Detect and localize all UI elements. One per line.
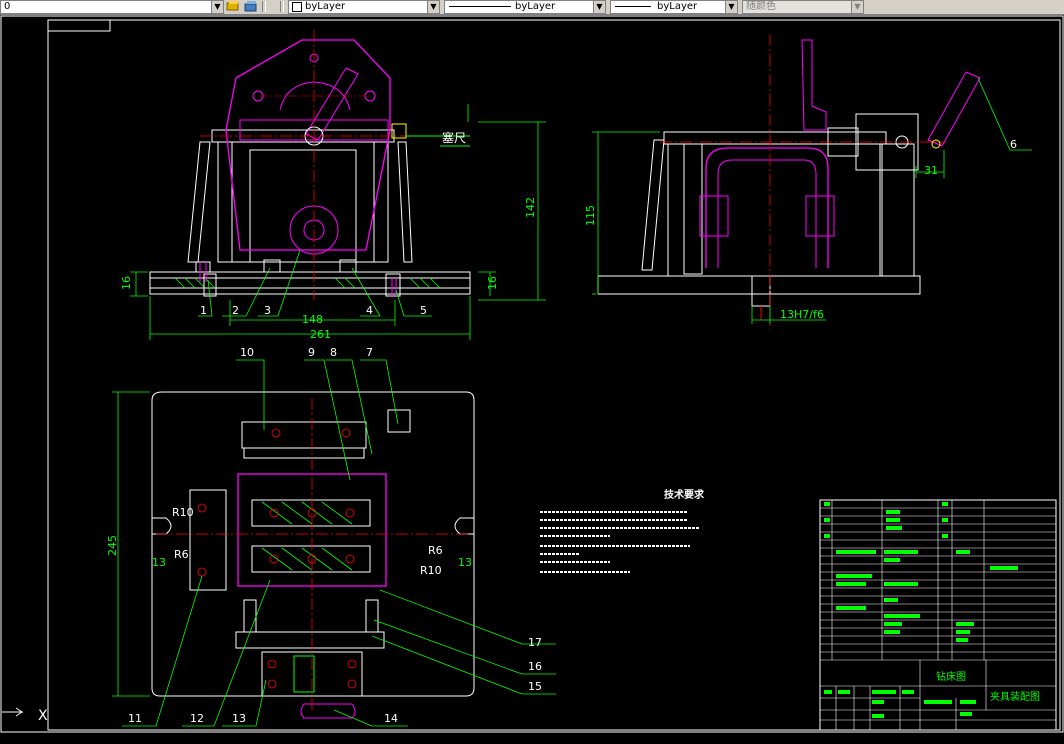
- technical-requirements: 技术要求: [540, 488, 705, 573]
- chevron-down-icon: ▼: [593, 1, 605, 13]
- dim-13-left: 13: [152, 556, 166, 569]
- dim-r10-left: R10: [172, 506, 194, 519]
- chevron-down-icon: ▼: [851, 1, 863, 13]
- drawing-canvas[interactable]: 塞尺 142 16 16 148 261 1 2 3 4 5 115 13H7/…: [0, 15, 1064, 740]
- color-value: byLayer: [305, 1, 346, 12]
- balloon-14: 14: [384, 712, 398, 725]
- lineweight-dropdown[interactable]: byLayer ▼: [610, 0, 738, 14]
- command-line-strip[interactable]: [0, 733, 1064, 740]
- dim-245: 245: [106, 535, 119, 556]
- part-title: 夹具装配图: [990, 690, 1040, 703]
- frame-tab: [48, 20, 111, 32]
- top-view: 245 R10 R6 13 R6 R10 13 7 8 9 10 11 12 1…: [106, 346, 556, 727]
- balloon-16: 16: [528, 660, 542, 673]
- tech-req-title: 技术要求: [664, 488, 705, 501]
- lineweight-sample: [615, 5, 651, 7]
- balloon-2: 2: [232, 304, 239, 317]
- drawing-name: 钻床图: [936, 670, 966, 683]
- dim-r6-right: R6: [428, 544, 443, 557]
- cad-drawing: 塞尺 142 16 16 148 261 1 2 3 4 5 115 13H7/…: [0, 15, 1064, 733]
- dim-142: 142: [524, 197, 537, 218]
- balloon-1: 1: [200, 304, 207, 317]
- drawing-frame-inner: [47, 19, 1061, 731]
- dim-261: 261: [310, 328, 331, 341]
- balloon-9: 9: [308, 346, 315, 359]
- dim-r6-left: R6: [174, 548, 189, 561]
- dim-16-right: 16: [486, 276, 499, 290]
- balloon-11: 11: [128, 712, 142, 725]
- balloon-10: 10: [240, 346, 254, 359]
- side-view: 115 13H7/f6 31 6: [584, 34, 1032, 330]
- chevron-down-icon: ▼: [211, 1, 223, 13]
- linetype-dropdown[interactable]: byLayer ▼: [444, 0, 606, 14]
- balloon-15: 15: [528, 680, 542, 693]
- balloon-17: 17: [528, 636, 542, 649]
- balloon-5: 5: [420, 304, 427, 317]
- chevron-down-icon: ▼: [427, 1, 439, 13]
- layer-manager-icon[interactable]: [226, 0, 240, 12]
- dim-13-right: 13: [458, 556, 472, 569]
- balloon-7: 7: [366, 346, 373, 359]
- dim-31: 31: [924, 164, 938, 177]
- balloon-12: 12: [190, 712, 204, 725]
- linetype-sample: [449, 5, 511, 7]
- layer-previous-icon[interactable]: [244, 0, 258, 12]
- dim-115: 115: [584, 205, 597, 226]
- ucs-icon: X: [2, 707, 48, 724]
- color-dropdown[interactable]: byLayer ▼: [288, 0, 440, 14]
- properties-toolbar: 0 ▼ byLayer ▼ byLayer ▼ byLayer ▼ 随颜色 ▼: [0, 0, 1064, 15]
- ucs-x-label: X: [38, 708, 48, 724]
- plotstyle-dropdown: 随颜色 ▼: [742, 0, 864, 14]
- toolbar-separator: [262, 1, 266, 12]
- feeler-gauge-label: 塞尺: [442, 130, 466, 145]
- plotstyle-value: 随颜色: [746, 1, 776, 12]
- balloon-6: 6: [1010, 138, 1017, 151]
- lineweight-value: byLayer: [657, 1, 698, 12]
- balloon-3: 3: [264, 304, 271, 317]
- dim-148: 148: [302, 313, 323, 326]
- balloon-4: 4: [366, 304, 373, 317]
- drawing-frame-outer: [0, 15, 1064, 733]
- layer-value: 0: [4, 1, 11, 12]
- dim-13h7: 13H7/f6: [780, 308, 824, 321]
- balloon-8: 8: [330, 346, 337, 359]
- toolbar-separator: [280, 1, 284, 12]
- dim-16-left: 16: [120, 276, 133, 290]
- title-block: 钻床图 夹具装配图: [819, 499, 1057, 731]
- color-swatch-icon: [292, 2, 302, 12]
- dim-r10-right: R10: [420, 564, 442, 577]
- balloon-13: 13: [232, 712, 246, 725]
- linetype-value: byLayer: [515, 1, 556, 12]
- chevron-down-icon: ▼: [725, 1, 737, 13]
- layer-dropdown[interactable]: 0 ▼: [0, 0, 224, 14]
- front-view: 塞尺 142 16 16 148 261 1 2 3 4 5: [120, 30, 546, 341]
